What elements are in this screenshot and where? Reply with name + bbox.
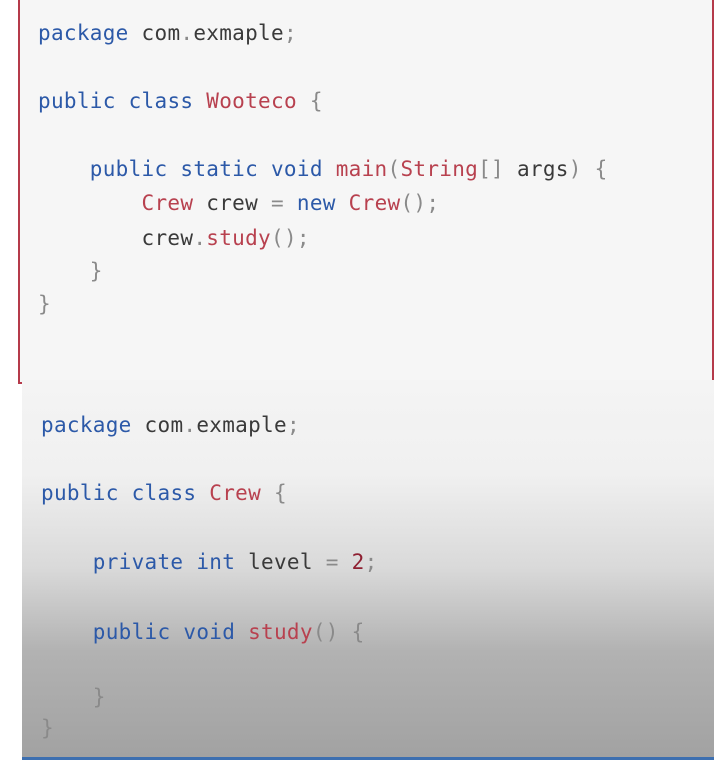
code-token: void <box>258 157 323 181</box>
code-line: private int level = 2; <box>41 549 378 575</box>
code-token: } <box>38 259 103 283</box>
code-line: Crew crew = new Crew(); <box>38 190 439 216</box>
code-block-crew: package com.exmaple; public class Crew {… <box>22 380 714 760</box>
code-token: ; <box>286 413 300 437</box>
code-line: } <box>41 715 54 741</box>
code-token: public <box>41 620 171 644</box>
code-token: class <box>115 89 207 113</box>
code-token: String <box>400 157 479 181</box>
code-token: public <box>38 89 116 113</box>
code-token: study <box>206 226 271 250</box>
code-line: public void study() { <box>41 619 365 645</box>
code-token: study <box>235 620 313 644</box>
code-line: crew.study(); <box>38 225 310 251</box>
code-token: . <box>193 226 207 250</box>
code-token: } <box>41 685 106 709</box>
code-token: { <box>261 481 287 505</box>
code-token: { <box>338 620 365 644</box>
code-token: public <box>41 481 119 505</box>
code-token: ( <box>387 157 401 181</box>
code-token: Crew <box>209 481 262 505</box>
code-token: ) <box>568 157 582 181</box>
code-token: [] <box>478 157 504 181</box>
code-token: package <box>41 413 132 437</box>
code-line: } <box>41 684 106 710</box>
code-token: { <box>296 89 323 113</box>
slide-canvas: package com.exmaple; public class Wootec… <box>0 0 714 760</box>
code-token: { <box>581 157 608 181</box>
code-token: crew <box>193 191 271 215</box>
code-token: (); <box>400 191 440 215</box>
code-line: } <box>38 258 103 284</box>
code-token: (); <box>271 226 310 250</box>
code-block-wooteco: package com.exmaple; public class Wootec… <box>18 0 714 384</box>
code-token: } <box>38 292 51 316</box>
code-token: Wooteco <box>206 89 297 113</box>
code-token: = <box>271 191 284 215</box>
code-line: public class Crew { <box>41 480 287 506</box>
code-token: crew <box>38 226 194 250</box>
code-token: Crew <box>38 191 194 215</box>
code-token: } <box>41 716 54 740</box>
code-token: static <box>167 157 259 181</box>
code-token: 2 <box>338 550 365 574</box>
code-token: int <box>183 550 236 574</box>
code-token: class <box>118 481 210 505</box>
code-token: new <box>283 191 336 215</box>
code-token: exmaple <box>193 21 284 45</box>
code-token: args <box>504 157 569 181</box>
code-line: package com.exmaple; <box>38 20 297 46</box>
code-token: package <box>38 21 129 45</box>
code-token: public <box>38 157 168 181</box>
code-token: . <box>180 21 194 45</box>
code-token: private <box>41 550 184 574</box>
code-token: exmaple <box>196 413 287 437</box>
code-line: package com.exmaple; <box>41 412 300 438</box>
code-token: . <box>183 413 197 437</box>
code-token: com <box>131 413 184 437</box>
code-token: () <box>312 620 339 644</box>
code-token: com <box>128 21 181 45</box>
code-line: public static void main(String[] args) { <box>38 156 608 182</box>
code-token: level <box>235 550 326 574</box>
code-token: Crew <box>335 191 401 215</box>
code-token: ; <box>283 21 297 45</box>
code-token: = <box>325 550 339 574</box>
code-token: main <box>322 157 388 181</box>
code-line: public class Wooteco { <box>38 88 323 114</box>
code-token: ; <box>364 550 378 574</box>
code-line: } <box>38 291 51 317</box>
code-token: void <box>170 620 236 644</box>
